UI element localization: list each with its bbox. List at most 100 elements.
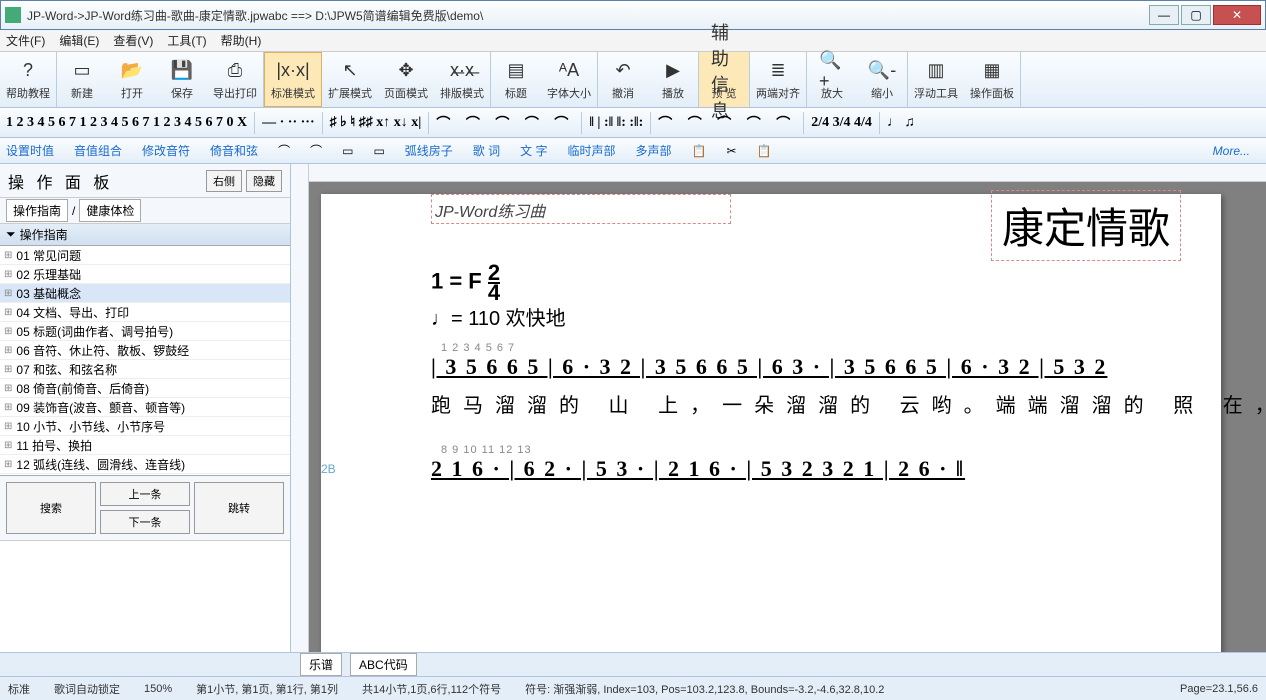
main-toolbar: ?帮助教程▭新建📂打开💾保存⎙导出打印|x·x|标准模式↖扩展模式✥页面模式x̶… — [0, 52, 1266, 108]
key-signature: 1 = F 24 — [431, 264, 500, 301]
toolbar-字体大小[interactable]: ᴬA字体大小 — [541, 52, 597, 107]
toolbar-扩展模式[interactable]: ↖扩展模式 — [322, 52, 378, 107]
tb3-item-0[interactable]: 设置时值 — [6, 142, 54, 159]
tree-item-8[interactable]: 09 装饰音(波音、颤音、顿音等) — [0, 398, 290, 417]
tab-health[interactable]: 健康体检 — [79, 199, 141, 222]
guide-tree: 01 常见问题02 乐理基础03 基础概念04 文档、导出、打印05 标题(词曲… — [0, 246, 290, 476]
minimize-button[interactable]: — — [1149, 5, 1179, 25]
close-button[interactable]: ✕ — [1213, 5, 1261, 25]
toolbar-排版模式[interactable]: x̶·x̶排版模式 — [434, 52, 490, 107]
vertical-ruler — [291, 164, 309, 652]
tempo-marks[interactable]: ♩ ♫ — [887, 115, 915, 131]
toolbar-打开[interactable]: 📂打开 — [107, 52, 157, 107]
menu-file[interactable]: 文件(F) — [6, 32, 45, 49]
more-ties[interactable]: ⌒ ⌒ ⌒ ⌒ ⌒ — [658, 113, 796, 133]
score-page[interactable]: JP-Word练习曲 康定情歌 1 = F 24 ♩= 110 欢快地 1 2 … — [321, 194, 1221, 652]
rest-symbols[interactable]: — · ·· ··· — [262, 115, 315, 131]
toolbar-预 览[interactable]: 辅助信息预 览 — [699, 52, 749, 107]
panel-hide-button[interactable]: 隐藏 — [246, 170, 282, 192]
canvas[interactable]: JP-Word练习曲 康定情歌 1 = F 24 ♩= 110 欢快地 1 2 … — [291, 164, 1266, 652]
accidentals[interactable]: ♯ ♭ ♮ ♯♯ x↑ x↓ x| — [330, 114, 422, 131]
tb3-item-6[interactable]: ▭ — [342, 144, 353, 158]
tb3-icon-1[interactable]: ✂ — [726, 144, 736, 158]
status-lock: 歌词自动锁定 — [54, 681, 120, 697]
tb3-item-5[interactable]: ⌒ — [310, 142, 322, 159]
tb3-item-7[interactable]: ▭ — [373, 144, 384, 158]
tree-item-5[interactable]: 06 音符、休止符、散板、锣鼓经 — [0, 341, 290, 360]
toolbar-新建[interactable]: ▭新建 — [57, 52, 107, 107]
status-detail: 符号: 渐强渐弱, Index=103, Pos=103.2,123.8, Bo… — [525, 681, 884, 697]
panel-section-header[interactable]: ⏷操作指南 — [0, 224, 290, 246]
title-bar: JP-Word->JP-Word练习曲-歌曲-康定情歌.jpwabc ==> D… — [0, 0, 1266, 30]
tb3-item-2[interactable]: 修改音符 — [142, 142, 190, 159]
menu-view[interactable]: 查看(V) — [113, 32, 153, 49]
tb3-item-4[interactable]: ⌒ — [278, 142, 290, 159]
tree-item-11[interactable]: 12 弧线(连线、圆滑线、连音线) — [0, 455, 290, 474]
maximize-button[interactable]: ▢ — [1181, 5, 1211, 25]
tree-item-4[interactable]: 05 标题(词曲作者、调号拍号) — [0, 322, 290, 341]
jump-button[interactable]: 跳转 — [194, 482, 284, 534]
bottom-tabs: 乐谱 ABC代码 — [0, 652, 1266, 676]
subtitle: JP-Word练习曲 — [435, 198, 545, 222]
barlines[interactable]: ‖ | :‖ ‖: :‖: — [589, 115, 643, 131]
toolbar-标题[interactable]: ▤标题 — [491, 52, 541, 107]
prev-button[interactable]: 上一条 — [100, 482, 190, 506]
ties[interactable]: ⌒ ⌒ ⌒ ⌒ ⌒ — [436, 113, 574, 133]
tree-item-7[interactable]: 08 倚音(前倚音、后倚音) — [0, 379, 290, 398]
tb3-item-3[interactable]: 倚音和弦 — [210, 142, 258, 159]
menu-tools[interactable]: 工具(T) — [167, 32, 206, 49]
status-mode: 标准 — [8, 681, 30, 697]
toolbar-放大[interactable]: 🔍+放大 — [807, 52, 857, 107]
tb3-icon-0[interactable]: 📋 — [692, 144, 707, 158]
toolbar-导出打印[interactable]: ⎙导出打印 — [207, 52, 263, 107]
tree-item-10[interactable]: 11 拍号、换拍 — [0, 436, 290, 455]
toolbar-两端对齐[interactable]: ≣两端对齐 — [750, 52, 806, 107]
tb3-item-1[interactable]: 音值组合 — [74, 142, 122, 159]
bar-numbers-2: 8 9 10 11 12 13 — [441, 444, 532, 456]
tree-item-3[interactable]: 04 文档、导出、打印 — [0, 303, 290, 322]
line-marker: 2B — [321, 462, 336, 476]
status-page: Page=23.1,56.6 — [1180, 683, 1258, 695]
panel-right-button[interactable]: 右侧 — [206, 170, 242, 192]
tree-item-0[interactable]: 01 常见问题 — [0, 246, 290, 265]
notes-line-2[interactable]: 2 1 6 · | 6 2 · | 5 3 · | 2 1 6 · | 5 3 … — [431, 456, 965, 482]
window-title: JP-Word->JP-Word练习曲-歌曲-康定情歌.jpwabc ==> D… — [27, 7, 1147, 24]
next-button[interactable]: 下一条 — [100, 510, 190, 534]
toolbar-撤消[interactable]: ↶撤消 — [598, 52, 648, 107]
tb3-icon-2[interactable]: 📋 — [757, 144, 772, 158]
tb3-item-8[interactable]: 弧线房子 — [405, 142, 453, 159]
menu-edit[interactable]: 编辑(E) — [59, 32, 99, 49]
tab-score[interactable]: 乐谱 — [300, 653, 342, 676]
tree-item-6[interactable]: 07 和弦、和弦名称 — [0, 360, 290, 379]
secondary-toolbar: 设置时值 音值组合 修改音符 倚音和弦 ⌒ ⌒ ▭ ▭ 弧线房子 歌 词 文 字 临时声部 多声部 📋 ✂ 📋… — [0, 138, 1266, 164]
notes-line-1[interactable]: | 3 5 6 6 5 | 6 · 3 2 | 3 5 6 6 5 | 6 3 … — [431, 354, 1107, 380]
time-signatures[interactable]: 2/4 3/4 4/4 — [811, 115, 872, 131]
tb3-more[interactable]: More... — [1213, 144, 1250, 158]
toolbar-标准模式[interactable]: |x·x|标准模式 — [264, 52, 322, 107]
tab-abc[interactable]: ABC代码 — [350, 653, 417, 676]
status-zoom: 150% — [144, 683, 172, 695]
tb3-item-9[interactable]: 歌 词 — [473, 142, 500, 159]
title-box[interactable]: 康定情歌 — [991, 190, 1181, 261]
lyrics-line-1[interactable]: 跑马溜溜的 山 上，一朵溜溜的 云哟。端端溜溜的 照 在，康定 溜 — [431, 389, 1266, 418]
toolbar-保存[interactable]: 💾保存 — [157, 52, 207, 107]
toolbar-帮助教程[interactable]: ?帮助教程 — [0, 52, 56, 107]
tree-item-1[interactable]: 02 乐理基础 — [0, 265, 290, 284]
tb3-item-10[interactable]: 文 字 — [520, 142, 547, 159]
toolbar-播放[interactable]: ▶播放 — [648, 52, 698, 107]
tb3-item-11[interactable]: 临时声部 — [567, 142, 615, 159]
toolbar-缩小[interactable]: 🔍-缩小 — [857, 52, 907, 107]
bar-numbers-1: 1 2 3 4 5 6 7 — [441, 342, 515, 354]
search-button[interactable]: 搜索 — [6, 482, 96, 534]
number-notes[interactable]: 1 2 3 4 5 6 7 1 2 3 4 5 6 7 1 2 3 4 5 6 … — [6, 115, 247, 131]
panel-title: 操 作 面 板 — [8, 169, 202, 193]
toolbar-页面模式[interactable]: ✥页面模式 — [378, 52, 434, 107]
tree-item-9[interactable]: 10 小节、小节线、小节序号 — [0, 417, 290, 436]
toolbar-浮动工具[interactable]: ▥浮动工具 — [908, 52, 964, 107]
tab-guide[interactable]: 操作指南 — [6, 199, 68, 222]
tb3-item-12[interactable]: 多声部 — [636, 142, 672, 159]
toolbar-操作面板[interactable]: ▦操作面板 — [964, 52, 1020, 107]
menu-help[interactable]: 帮助(H) — [221, 32, 262, 49]
tree-item-2[interactable]: 03 基础概念 — [0, 284, 290, 303]
menu-bar: 文件(F) 编辑(E) 查看(V) 工具(T) 帮助(H) — [0, 30, 1266, 52]
